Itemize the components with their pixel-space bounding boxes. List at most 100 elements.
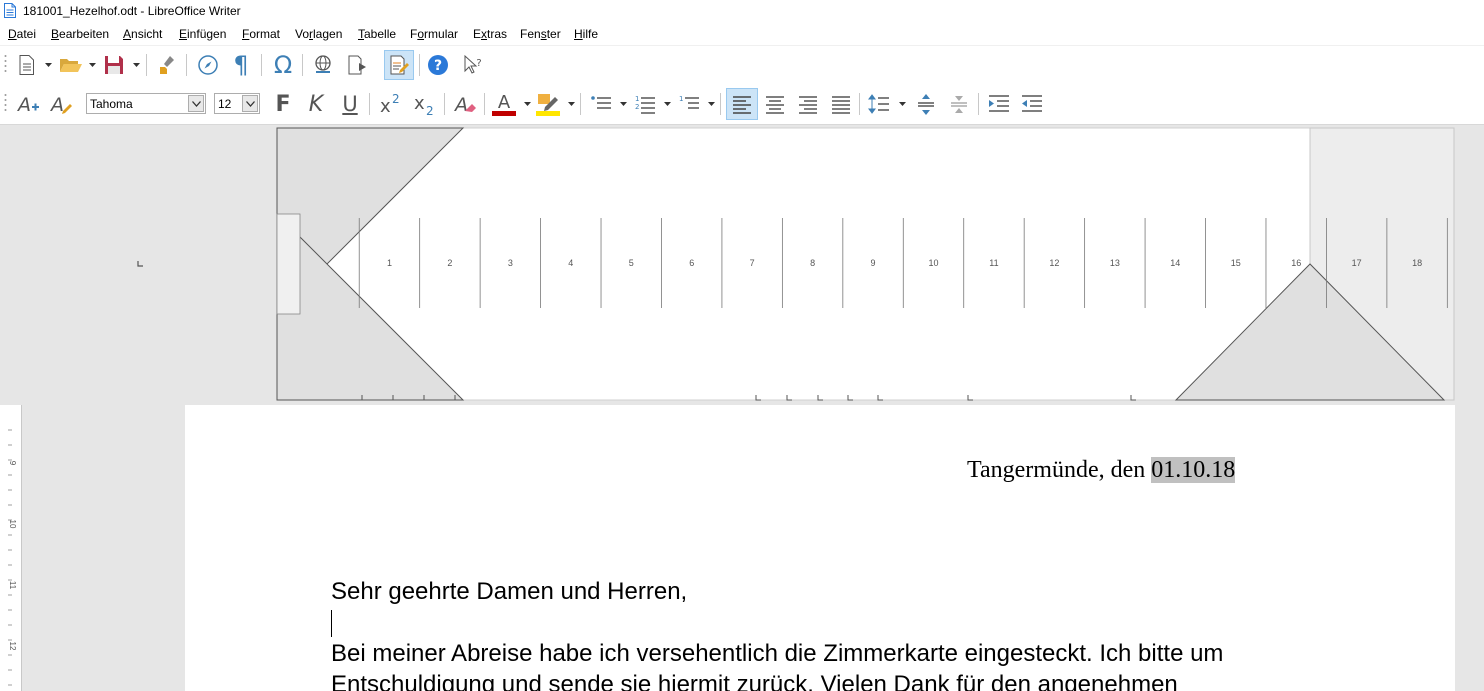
outline-list-button[interactable]: 1 — [676, 91, 702, 117]
menu-bearbeiten[interactable]: Bearbeiten — [51, 27, 109, 41]
align-right-button[interactable] — [795, 91, 821, 117]
paragraph-line-1[interactable]: Bei meiner Abreise habe ich versehentlic… — [331, 640, 1223, 668]
clone-formatting-brush-icon — [160, 56, 174, 74]
ruler-number: 2 — [447, 258, 452, 268]
insert-footnote-button[interactable] — [344, 52, 370, 78]
font-size-dropdown-button[interactable] — [242, 95, 258, 112]
new-document-button[interactable] — [14, 52, 40, 78]
menu-fenster[interactable]: Fenster — [520, 27, 561, 41]
vruler-number: 12 — [8, 642, 17, 651]
align-left-icon — [733, 96, 751, 114]
bold-button[interactable]: F — [270, 91, 296, 117]
open-folder-icon — [60, 59, 82, 72]
save-dropdown-icon[interactable] — [133, 63, 140, 68]
underline-icon: U — [342, 92, 358, 116]
clear-formatting-button[interactable]: A — [452, 91, 478, 117]
svg-text:A: A — [453, 94, 468, 115]
menu-formular[interactable]: Formular — [410, 27, 458, 41]
pilcrow-icon: ¶ — [233, 51, 249, 79]
vruler-number: 10 — [8, 520, 17, 529]
font-color-button[interactable]: A — [491, 91, 517, 117]
svg-text:A: A — [498, 92, 511, 113]
ordered-list-dropdown-icon[interactable] — [664, 102, 671, 107]
font-size-value: 12 — [218, 97, 232, 111]
superscript-button[interactable]: x 2 — [378, 91, 404, 117]
separator — [580, 93, 581, 115]
unordered-list-button[interactable] — [588, 91, 614, 117]
new-style-button[interactable]: A — [15, 91, 41, 117]
date-line[interactable]: Tangermünde, den 01.10.18 — [967, 457, 1236, 484]
help-button[interactable]: ? — [425, 52, 451, 78]
highlight-color-button[interactable] — [535, 91, 561, 117]
salutation-line[interactable]: Sehr geehrte Damen und Herren, — [331, 578, 687, 606]
vruler-number: 11 — [8, 581, 17, 590]
document-workspace[interactable]: 1 2 3 4 5 6 7 8 9 10 11 12 13 14 15 16 17 18 9 10 11 12 Tang… — [0, 125, 1484, 691]
menu-vorlagen[interactable]: Vorlagen — [295, 27, 342, 41]
svg-text:2: 2 — [426, 104, 434, 115]
open-button[interactable] — [58, 52, 84, 78]
menu-tabelle[interactable]: Tabelle — [358, 27, 396, 41]
increase-paragraph-spacing-button[interactable] — [913, 91, 939, 117]
document-page[interactable]: Tangermünde, den 01.10.18 Sehr geehrte D… — [185, 405, 1455, 691]
underline-button[interactable]: U — [337, 91, 363, 117]
standard-toolbar: ¶ Ω ? ? — [0, 46, 1484, 84]
toolbar-grip-icon[interactable] — [4, 91, 7, 117]
outline-list-dropdown-icon[interactable] — [708, 102, 715, 107]
special-character-button[interactable]: Ω — [270, 51, 296, 79]
navigator-button[interactable] — [195, 52, 221, 78]
whats-this-button[interactable]: ? — [460, 52, 486, 78]
menu-format[interactable]: Format — [242, 27, 280, 41]
ruler-number: 5 — [629, 258, 634, 268]
vertical-ruler[interactable]: 9 10 11 12 — [0, 405, 22, 691]
align-center-button[interactable] — [762, 91, 788, 117]
separator — [419, 54, 420, 76]
window-title: 181001_Hezelhof.odt - LibreOffice Writer — [23, 4, 241, 18]
open-dropdown-icon[interactable] — [89, 63, 96, 68]
ruler-number: 16 — [1291, 258, 1301, 268]
ruler-number: 15 — [1231, 258, 1241, 268]
decrease-indent-button[interactable] — [1019, 91, 1045, 117]
subscript-button[interactable]: x 2 — [412, 91, 438, 117]
formatting-marks-button[interactable]: ¶ — [228, 51, 254, 79]
paragraph-line-2[interactable]: Entschuldigung und sende sie hiermit zur… — [331, 671, 1178, 691]
horizontal-ruler[interactable]: 1 2 3 4 5 6 7 8 9 10 11 12 13 14 15 16 17 18 — [0, 125, 1484, 405]
new-dropdown-icon[interactable] — [45, 63, 52, 68]
ruler-number: 4 — [568, 258, 573, 268]
toolbar-grip-icon[interactable] — [4, 52, 7, 78]
font-color-dropdown-icon[interactable] — [524, 102, 531, 107]
menu-extras[interactable]: Extras — [473, 27, 507, 41]
increase-indent-button[interactable] — [986, 91, 1012, 117]
ruler-number: 3 — [508, 258, 513, 268]
font-name-dropdown-button[interactable] — [188, 95, 204, 112]
ruler-number: 14 — [1170, 258, 1180, 268]
align-left-button[interactable] — [726, 88, 758, 120]
italic-button[interactable]: K — [303, 91, 329, 117]
update-style-icon: A — [49, 94, 72, 115]
menu-hilfe[interactable]: Hilfe — [574, 27, 598, 41]
save-button[interactable] — [101, 52, 127, 78]
ruler-number: 7 — [750, 258, 755, 268]
menu-einfuegen[interactable]: Einfügen — [179, 27, 226, 41]
separator — [978, 93, 979, 115]
new-document-icon — [19, 55, 34, 75]
justify-button[interactable] — [828, 91, 854, 117]
line-spacing-dropdown-icon[interactable] — [899, 102, 906, 107]
highlight-color-dropdown-icon[interactable] — [568, 102, 575, 107]
decrease-paragraph-spacing-button[interactable] — [946, 91, 972, 117]
insert-hyperlink-button[interactable] — [310, 52, 336, 78]
font-size-combobox[interactable]: 12 — [214, 93, 260, 114]
whats-this-pointer-icon: ? — [464, 54, 482, 74]
unordered-list-dropdown-icon[interactable] — [620, 102, 627, 107]
ruler-number: 11 — [989, 258, 998, 268]
update-style-button[interactable]: A — [48, 91, 74, 117]
ordered-list-button[interactable]: 1 2 — [632, 91, 658, 117]
clone-formatting-button[interactable] — [155, 52, 181, 78]
line-spacing-button[interactable] — [866, 91, 892, 117]
menu-datei[interactable]: Datei — [8, 27, 36, 41]
date-field[interactable]: 01.10.18 — [1151, 457, 1236, 483]
align-center-icon — [766, 96, 784, 114]
font-name-combobox[interactable]: Tahoma — [86, 93, 206, 114]
track-changes-button[interactable] — [384, 50, 414, 80]
menu-ansicht[interactable]: Ansicht — [123, 27, 162, 41]
ruler-number: 10 — [928, 258, 938, 268]
